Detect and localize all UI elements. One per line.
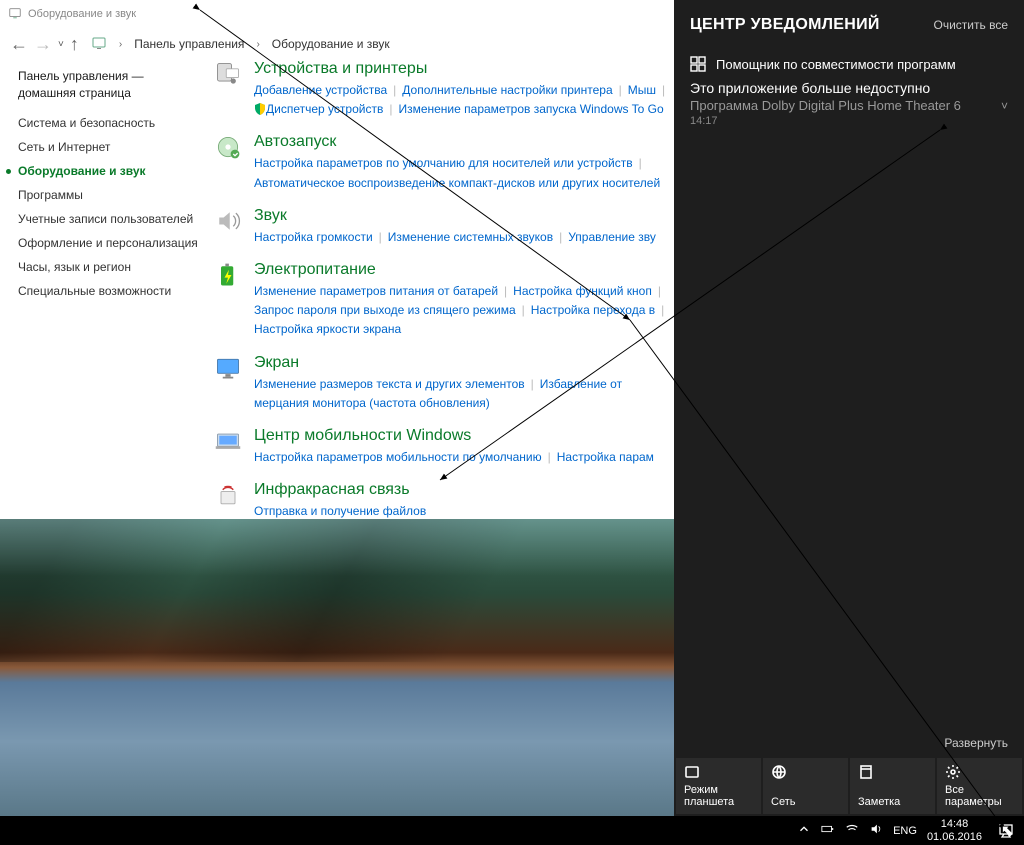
sublink[interactable]: Автоматическое воспроизведение компакт-д… <box>254 176 660 190</box>
back-button[interactable]: ← <box>10 35 28 53</box>
screen-icon <box>214 354 242 382</box>
window-title: Оборудование и звук <box>28 8 136 20</box>
devices-icon <box>214 60 242 88</box>
sidebar-item[interactable]: Учетные записи пользователей <box>18 212 198 226</box>
quick-action-globe[interactable]: Сеть <box>763 758 848 814</box>
category-title[interactable]: Автозапуск <box>254 133 674 151</box>
sidebar-item[interactable]: Программы <box>18 188 198 202</box>
desktop-wallpaper <box>0 519 674 816</box>
chevron-down-icon[interactable]: ˅ <box>1001 99 1008 113</box>
chevron-right-icon: › <box>252 37 263 52</box>
sublink[interactable]: Изменение параметров питания от батарей <box>254 284 498 298</box>
app-icon <box>690 56 706 72</box>
sound-icon <box>214 207 242 235</box>
sublink[interactable]: Изменение размеров текста и других элеме… <box>254 377 525 391</box>
action-center-title: ЦЕНТР УВЕДОМЛЕНИЙ <box>690 16 880 34</box>
forward-button[interactable]: → <box>34 35 52 53</box>
category-title[interactable]: Экран <box>254 354 674 372</box>
infrared-icon <box>214 481 242 509</box>
clock-date: 01.06.2016 <box>927 831 982 844</box>
sublink[interactable]: Мыш <box>628 83 656 97</box>
sublink[interactable]: Настройка параметров мобильности по умол… <box>254 450 542 464</box>
sublink[interactable]: Дополнительные настройки принтера <box>402 83 612 97</box>
clock-time: 14:48 <box>927 818 982 831</box>
sublink[interactable]: Диспетчер устройств <box>266 102 383 116</box>
sublink[interactable]: Отправка и получение файлов <box>254 504 426 518</box>
sublink[interactable]: Изменение параметров запуска Windows To … <box>398 102 663 116</box>
notification-heading: Это приложение больше недоступно <box>690 80 1008 96</box>
sublink[interactable]: Настройка парам <box>557 450 654 464</box>
mobility-icon <box>214 427 242 455</box>
quick-action-tablet[interactable]: Режим планшета <box>676 758 761 814</box>
sublink[interactable]: Настройка функций кноп <box>513 284 652 298</box>
taskbar: ENG 14:48 01.06.2016 <box>0 816 1024 845</box>
sidebar-item[interactable]: Сеть и Интернет <box>18 140 198 154</box>
clear-all-button[interactable]: Очистить все <box>934 18 1008 32</box>
up-button[interactable]: ↑ <box>70 35 79 53</box>
sidebar-item[interactable]: Оборудование и звук <box>18 164 198 178</box>
breadcrumb[interactable]: › Панель управления › Оборудование и зву… <box>87 33 394 56</box>
notification-subtitle: Программа Dolby Digital Plus Home Theate… <box>690 98 961 113</box>
autoplay-icon <box>214 133 242 161</box>
language-indicator[interactable]: ENG <box>893 825 917 837</box>
expand-button[interactable]: Развернуть <box>674 736 1024 758</box>
breadcrumb-root[interactable]: Панель управления <box>130 35 248 53</box>
taskbar-clock[interactable]: 14:48 01.06.2016 <box>927 818 982 843</box>
sublink[interactable]: Изменение системных звуков <box>388 230 553 244</box>
sidebar-item[interactable]: Специальные возможности <box>18 284 198 298</box>
sidebar-item[interactable]: Оформление и персонализация <box>18 236 198 250</box>
action-center-panel: ЦЕНТР УВЕДОМЛЕНИЙ Очистить все Помощник … <box>674 0 1024 816</box>
tablet-icon <box>684 764 753 783</box>
power-icon <box>214 261 242 289</box>
category-title[interactable]: Центр мобильности Windows <box>254 427 674 445</box>
sublink[interactable]: Добавление устройства <box>254 83 387 97</box>
category-title[interactable]: Инфракрасная связь <box>254 481 674 499</box>
category-title[interactable]: Звук <box>254 207 674 225</box>
sidebar-item[interactable]: Система и безопасность <box>18 116 198 130</box>
category-title[interactable]: Электропитание <box>254 261 674 279</box>
sublink[interactable]: Запрос пароля при выходе из спящего режи… <box>254 303 516 317</box>
sidebar-item[interactable]: Часы, язык и регион <box>18 260 198 274</box>
control-panel-icon <box>8 6 22 23</box>
category-title[interactable]: Устройства и принтеры <box>254 60 674 78</box>
volume-icon[interactable] <box>869 822 883 839</box>
sublink[interactable]: Настройка перехода в <box>531 303 655 317</box>
globe-icon <box>771 764 840 783</box>
sublink[interactable]: Настройка параметров по умолчанию для но… <box>254 156 633 170</box>
notification-time: 14:17 <box>690 115 1008 127</box>
chevron-right-icon: › <box>115 37 126 52</box>
sublink[interactable]: Настройка яркости экрана <box>254 322 401 336</box>
wifi-icon[interactable] <box>845 822 859 839</box>
settings-icon <box>945 764 1014 783</box>
sidebar-home-link[interactable]: Панель управления — домашняя страница <box>18 68 198 102</box>
sublink[interactable]: Управление зву <box>568 230 656 244</box>
action-center-button[interactable] <box>992 816 1020 845</box>
control-panel-icon <box>87 33 111 56</box>
note-icon <box>858 764 927 783</box>
tray-chevron-up-icon[interactable] <box>797 822 811 839</box>
sublink[interactable]: Настройка громкости <box>254 230 373 244</box>
quick-action-settings[interactable]: Все параметры <box>937 758 1022 814</box>
history-dropdown[interactable]: ˅ <box>58 39 64 50</box>
notification-card[interactable]: Помощник по совместимости программ Это п… <box>690 52 1008 131</box>
battery-icon[interactable] <box>821 822 835 839</box>
quick-action-note[interactable]: Заметка <box>850 758 935 814</box>
notification-app-name: Помощник по совместимости программ <box>716 57 956 72</box>
breadcrumb-current[interactable]: Оборудование и звук <box>268 35 394 53</box>
